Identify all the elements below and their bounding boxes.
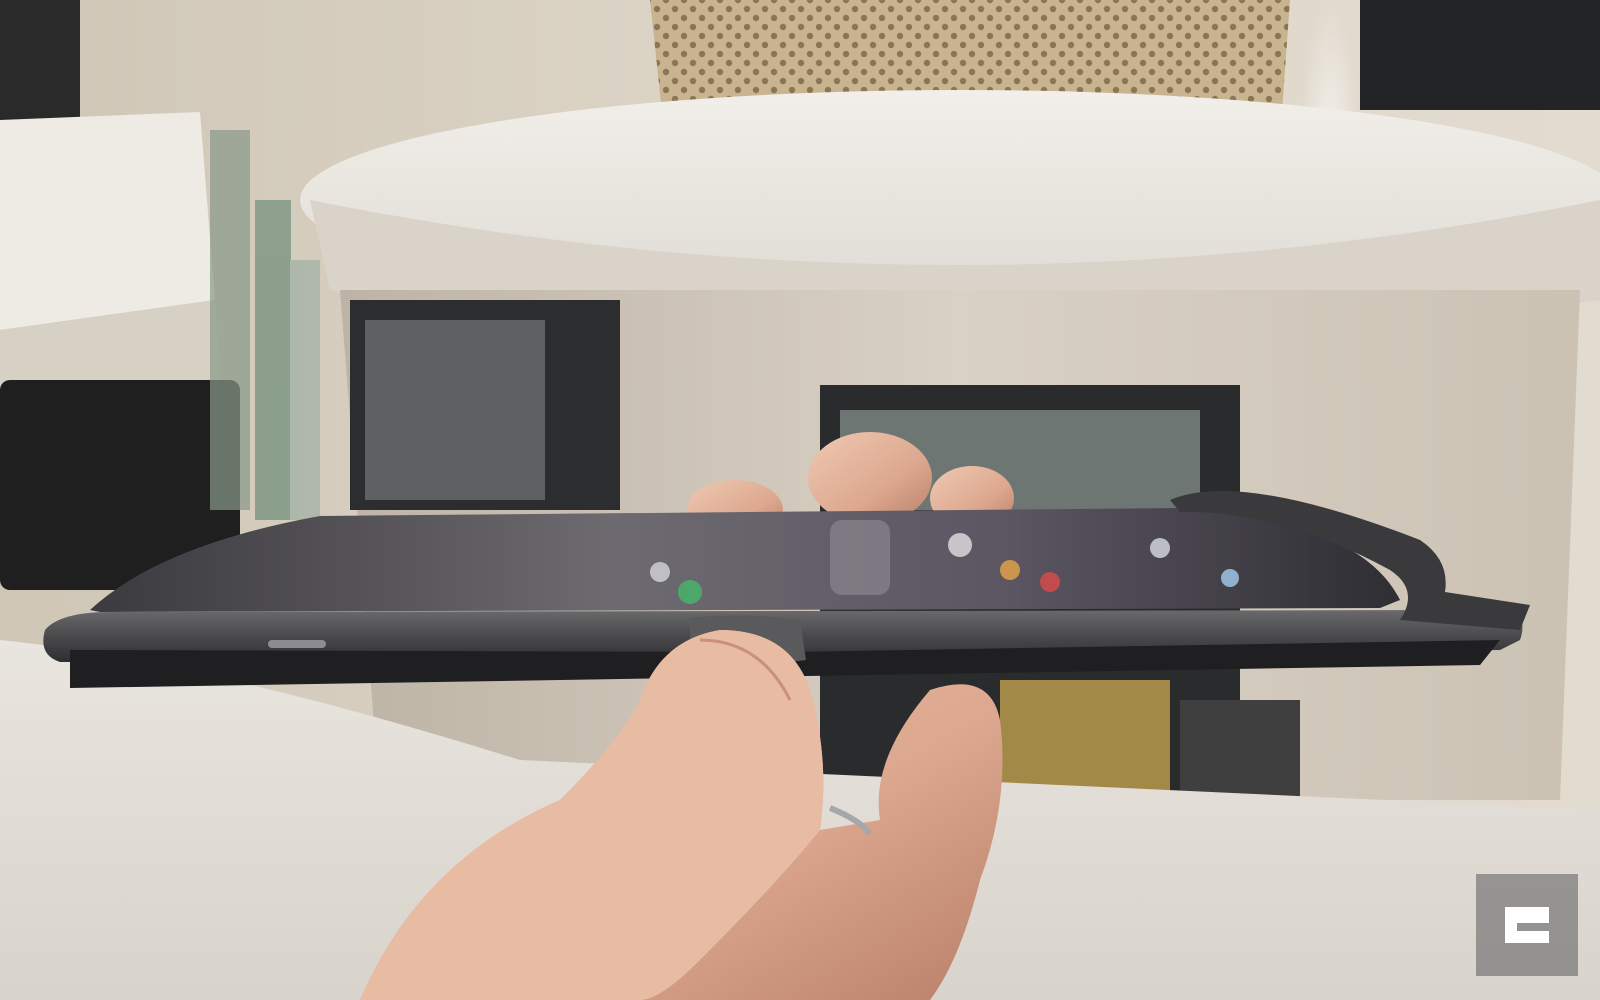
- photo-illustration: [0, 0, 1600, 1000]
- dark-window: [1360, 0, 1600, 110]
- left-counter-top: [0, 112, 215, 330]
- dark-corner: [0, 0, 80, 130]
- photo-scene: [0, 0, 1600, 1000]
- engadget-logo-icon: [1476, 874, 1578, 976]
- bottles-in-fridge: [1000, 680, 1170, 800]
- side-button: [268, 640, 326, 648]
- phone-screen: [90, 508, 1400, 612]
- engadget-logo-glyph: [1505, 907, 1549, 943]
